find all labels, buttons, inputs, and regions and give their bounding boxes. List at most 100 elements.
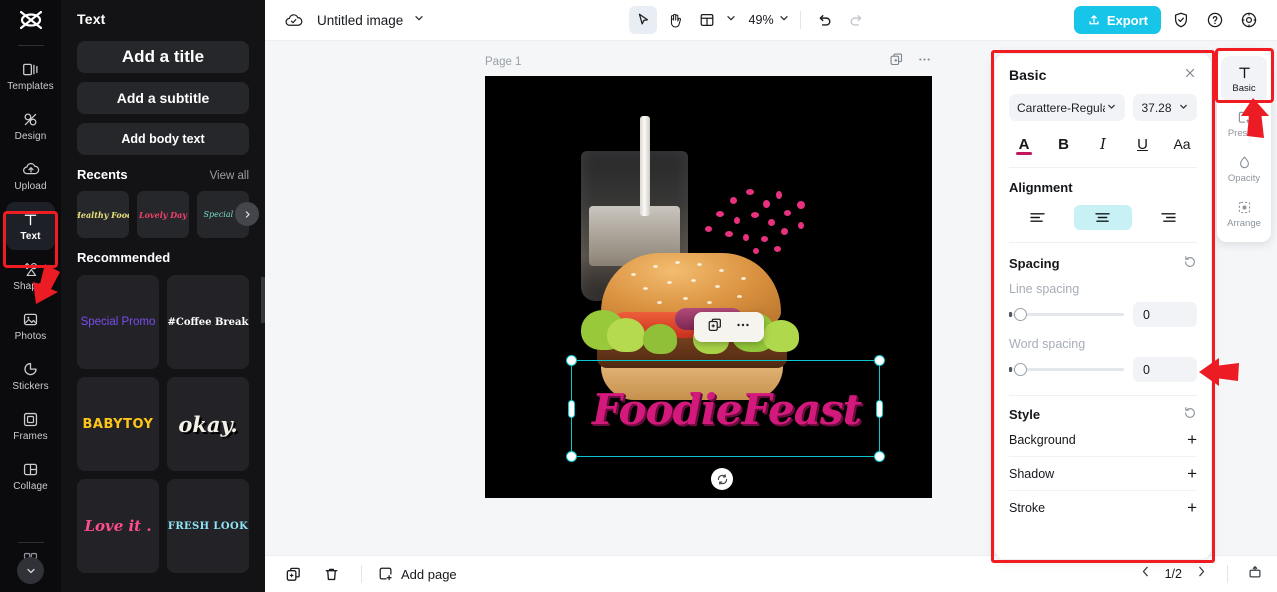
close-icon[interactable] <box>1183 66 1197 83</box>
line-spacing-slider-knob[interactable] <box>1014 308 1027 321</box>
sidebar-item-upload[interactable]: Upload <box>6 152 55 200</box>
more-dots-icon[interactable] <box>917 52 932 72</box>
italic-button[interactable]: I <box>1090 132 1116 156</box>
prev-page-chevron-left-icon[interactable] <box>1139 565 1152 583</box>
cloud-saved-icon[interactable] <box>279 6 307 34</box>
list-item[interactable]: okay. <box>167 377 249 471</box>
resize-handle-bottom-right[interactable] <box>874 451 885 462</box>
bottom-divider <box>361 565 362 583</box>
add-body-text-button[interactable]: Add body text <box>77 123 249 155</box>
hand-tool-button[interactable] <box>661 6 689 34</box>
list-item[interactable]: #Coffee Break <box>167 275 249 369</box>
sidebar-item-stickers[interactable]: Stickers <box>6 352 55 400</box>
document-name[interactable]: Untitled image <box>317 13 403 28</box>
canvas-text-object[interactable]: FoodieFeast <box>572 361 881 458</box>
reset-icon[interactable] <box>1183 406 1197 423</box>
sidebar-item-design[interactable]: Design <box>6 102 55 150</box>
align-center-button[interactable] <box>1074 205 1132 230</box>
export-upload-icon <box>1089 15 1099 25</box>
present-icon[interactable] <box>1247 564 1263 585</box>
recents-next-chevron-right-icon[interactable] <box>235 202 259 226</box>
sidebar-item-photos[interactable]: Photos <box>6 302 55 350</box>
text-selection-box[interactable]: FoodieFeast <box>566 355 885 462</box>
zoom-chevron-down-icon[interactable] <box>778 11 790 29</box>
style-row-background[interactable]: Background + <box>1009 423 1197 457</box>
add-page-icon <box>379 567 392 581</box>
font-family-select[interactable]: Carattere-Regula <box>1009 94 1125 121</box>
decor-sprinkle <box>734 217 740 224</box>
word-spacing-slider[interactable] <box>1009 363 1124 376</box>
list-item[interactable]: Special Promo <box>77 275 159 369</box>
word-spacing-value[interactable]: 0 <box>1133 357 1197 382</box>
add-subtitle-button[interactable]: Add a subtitle <box>77 82 249 114</box>
panel-title: Basic <box>1009 66 1047 83</box>
add-title-button[interactable]: Add a title <box>77 41 249 73</box>
recents-view-all-link[interactable]: View all <box>210 170 249 182</box>
rotate-handle-icon[interactable] <box>711 468 733 490</box>
line-spacing-slider[interactable] <box>1009 308 1124 321</box>
shield-check-icon[interactable] <box>1167 6 1195 34</box>
dock-item-arrange[interactable]: Arrange <box>1221 191 1267 236</box>
undo-button[interactable] <box>811 6 839 34</box>
duplicate-icon[interactable] <box>707 317 723 338</box>
alignment-title: Alignment <box>1009 180 1073 195</box>
design-page[interactable]: FoodieFeast <box>485 76 932 498</box>
panel-collapse-chevron-left-icon[interactable] <box>261 277 265 323</box>
word-spacing-slider-knob[interactable] <box>1014 363 1027 376</box>
resize-handle-bottom-left[interactable] <box>566 451 577 462</box>
dock-item-opacity[interactable]: Opacity <box>1221 146 1267 191</box>
text-color-button[interactable]: A <box>1011 132 1037 156</box>
resize-handle-left[interactable] <box>568 400 575 418</box>
style-row-shadow[interactable]: Shadow + <box>1009 457 1197 491</box>
resize-handle-right[interactable] <box>876 400 883 418</box>
plus-icon[interactable]: + <box>1187 498 1197 518</box>
more-dots-icon[interactable] <box>735 317 751 338</box>
rail-collapse-chevron-down-icon[interactable] <box>17 557 44 584</box>
line-spacing-value[interactable]: 0 <box>1133 302 1197 327</box>
question-circle-icon[interactable] <box>1201 6 1229 34</box>
decor-sprinkle <box>784 210 791 216</box>
sidebar-item-templates[interactable]: Templates <box>6 52 55 100</box>
list-item[interactable]: FRESH LOOK <box>167 479 249 573</box>
export-button[interactable]: Export <box>1073 6 1161 34</box>
duplicate-page-icon[interactable] <box>279 560 307 588</box>
next-page-chevron-right-icon[interactable] <box>1195 565 1208 583</box>
list-item[interactable]: Lovely Day <box>137 191 189 238</box>
document-name-chevron-down-icon[interactable] <box>413 11 425 29</box>
align-left-button[interactable] <box>1009 205 1066 230</box>
photos-icon <box>23 313 38 325</box>
layout-tool-button[interactable] <box>693 6 721 34</box>
plus-icon[interactable]: + <box>1187 464 1197 484</box>
sidebar-item-text[interactable]: Text <box>6 202 55 250</box>
trash-icon[interactable] <box>317 560 345 588</box>
recommended-header: Recommended <box>77 250 249 265</box>
zoom-level[interactable]: 49% <box>749 13 774 27</box>
dock-item-basic[interactable]: Basic <box>1221 56 1267 101</box>
list-item[interactable]: BABYTOY <box>77 377 159 471</box>
sidebar-item-collage[interactable]: Collage <box>6 452 55 500</box>
style-row-stroke[interactable]: Stroke + <box>1009 491 1197 525</box>
dock-item-presets[interactable]: Presets <box>1221 101 1267 146</box>
resize-handle-top-left[interactable] <box>566 355 577 366</box>
capcut-logo-icon[interactable] <box>18 9 44 36</box>
bold-button[interactable]: B <box>1051 132 1077 156</box>
reset-icon[interactable] <box>1183 255 1197 272</box>
font-size-select[interactable]: 37.28 <box>1133 94 1197 121</box>
redo-button[interactable] <box>843 6 871 34</box>
add-page-button[interactable]: Add page <box>378 566 457 582</box>
list-item[interactable]: Love it . <box>77 479 159 573</box>
layout-chevron-down-icon[interactable] <box>725 11 737 29</box>
align-right-button[interactable] <box>1140 205 1197 230</box>
sidebar-item-shapes[interactable]: Shapes <box>6 252 55 300</box>
underline-button[interactable]: U <box>1130 132 1156 156</box>
sidebar-item-frames[interactable]: Frames <box>6 402 55 450</box>
select-tool-button[interactable] <box>628 6 657 34</box>
gear-icon[interactable] <box>1235 6 1263 34</box>
text-case-button[interactable]: Aa <box>1169 132 1195 156</box>
decor-sprinkle <box>776 191 782 199</box>
duplicate-icon[interactable] <box>889 52 904 72</box>
list-item[interactable]: Healthy Food <box>77 191 129 238</box>
resize-handle-top-right[interactable] <box>874 355 885 366</box>
plus-icon[interactable]: + <box>1187 430 1197 450</box>
object-floating-toolbar[interactable] <box>694 312 764 342</box>
